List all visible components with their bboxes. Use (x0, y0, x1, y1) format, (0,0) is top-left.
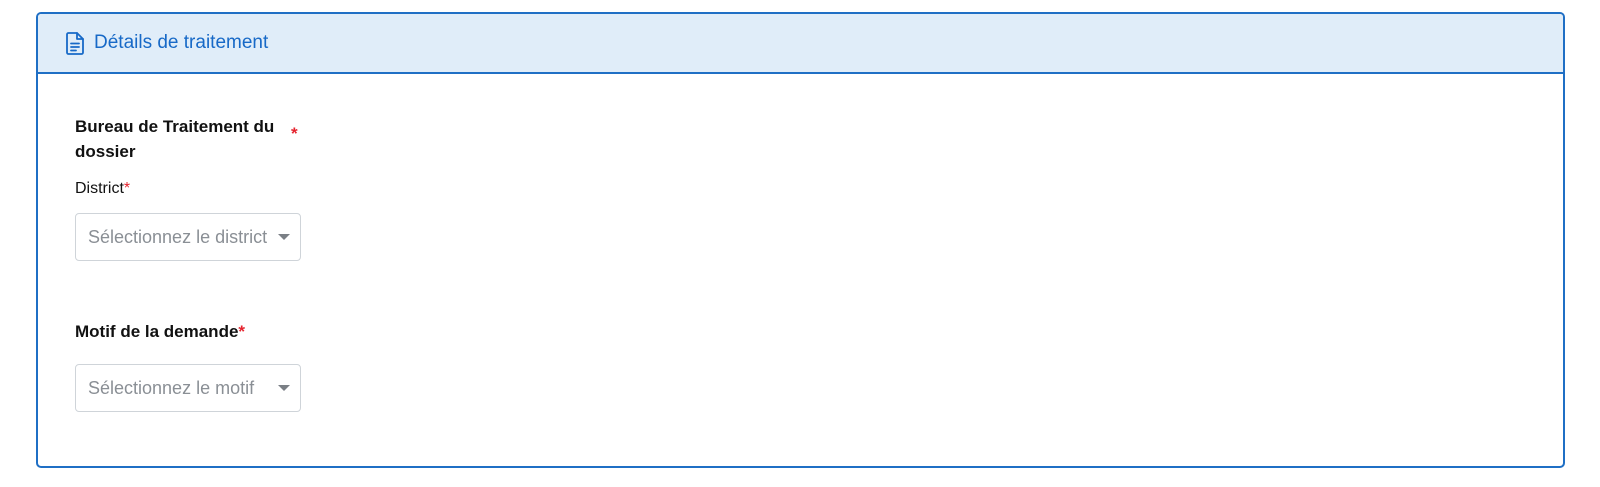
motif-label-text: Motif de la demande (75, 322, 239, 341)
treatment-details-panel: Détails de traitement Bureau de Traiteme… (36, 12, 1565, 468)
chevron-down-icon (278, 234, 290, 240)
district-required-mark: * (123, 180, 131, 197)
district-select[interactable]: Sélectionnez le district (75, 213, 301, 261)
motif-select-placeholder: Sélectionnez le motif (88, 377, 255, 398)
document-icon (64, 31, 86, 55)
motif-select[interactable]: Sélectionnez le motif (75, 364, 301, 412)
motif-label: Motif de la demande* (75, 319, 245, 344)
panel-title: Détails de traitement (94, 32, 269, 53)
district-label-text: District (75, 180, 124, 197)
panel-header: Détails de traitement (38, 14, 1563, 74)
district-select-placeholder: Sélectionnez le district (88, 226, 268, 247)
chevron-down-icon (278, 385, 290, 391)
motif-required-mark: * (238, 322, 246, 341)
bureau-required-mark: * (291, 124, 298, 143)
bureau-label: Bureau de Traitement du dossier (75, 117, 275, 161)
district-label: District* (75, 180, 130, 198)
